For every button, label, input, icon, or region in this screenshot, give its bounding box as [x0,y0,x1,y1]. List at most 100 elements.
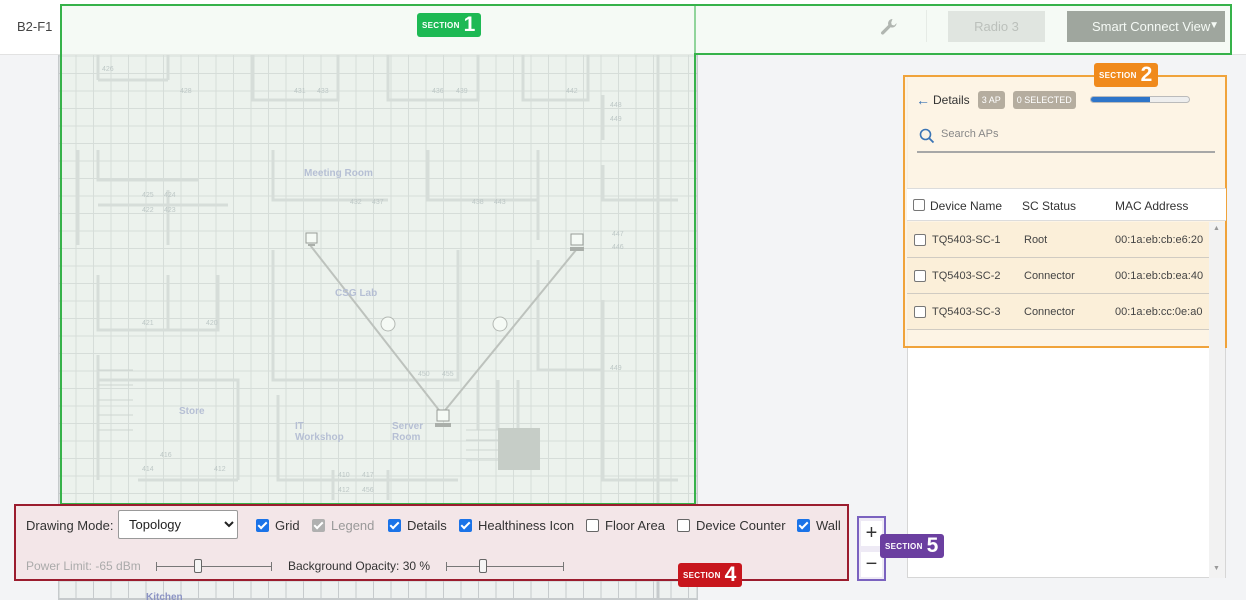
column-header-device-name[interactable]: Device Name [930,199,1002,213]
device-name-cell: TQ5403-SC-1 [932,234,1001,246]
room-number: 449 [610,116,622,123]
room-number: 433 [317,88,329,95]
room-number: 421 [142,320,154,327]
room-number: 439 [456,88,468,95]
section-1-badge: SECTION 1 [417,13,481,37]
room-label-server-room: Server Room [392,421,424,443]
wall-checkbox[interactable]: Wall [797,518,841,533]
room-number: 424 [164,192,176,199]
search-icon [919,128,935,144]
scroll-up-icon[interactable]: ▲ [1213,225,1220,232]
room-number: 442 [566,88,578,95]
section-badge-label: SECTION [422,20,460,30]
background-opacity-label: Background Opacity: 30 % [288,559,431,573]
checkbox-disabled-icon [312,519,325,532]
room-number: 449 [610,365,622,372]
room-number: 450 [418,371,430,378]
table-row[interactable]: TQ5403-SC-3 Connector 00:1a:eb:cc:0e:a0 [907,294,1209,330]
scroll-down-icon[interactable]: ▼ [1213,565,1220,572]
toolbar-divider [926,10,927,42]
zoom-in-button[interactable]: + [861,521,882,546]
mac-address-cell: 00:1a:eb:cb:ea:40 [1115,270,1204,282]
legend-checkbox[interactable]: Legend [312,518,374,533]
room-number: 423 [164,207,176,214]
room-number: 456 [362,487,374,494]
collapse-icon[interactable]: ← [916,92,930,108]
sc-status-cell: Connector [1024,270,1075,282]
slider-tick [446,562,447,571]
room-number: 446 [612,244,624,251]
room-number: 436 [432,88,444,95]
device-name-cell: TQ5403-SC-3 [932,306,1001,318]
top-toolbar: B2-F1 Radio 3 Smart Connect View ▼ [0,0,1246,55]
section-badge-number: 2 [1140,63,1153,86]
drawing-mode-select[interactable]: Topology [118,510,238,539]
column-header-sc-status[interactable]: SC Status [1022,199,1076,213]
details-title: Details [933,93,970,107]
table-row[interactable]: TQ5403-SC-2 Connector 00:1a:eb:cb:ea:40 [907,258,1209,294]
row-checkbox[interactable] [914,306,926,318]
drawing-mode-label: Drawing Mode: [26,518,114,533]
row-checkbox[interactable] [914,270,926,282]
room-number: 412 [338,487,350,494]
details-header: ← Details 3 AP 0 SELECTED [916,89,1084,111]
room-number: 412 [214,466,226,473]
room-number: 425 [142,192,154,199]
ap-count-badge: 3 AP [977,91,1005,109]
section-4-badge: SECTION 4 [678,563,742,587]
room-number: 422 [142,207,154,214]
floor-name: B2-F1 [17,19,53,34]
column-header-mac-address[interactable]: MAC Address [1115,199,1188,213]
table-header: Device Name SC Status MAC Address [907,188,1226,221]
slider-thumb[interactable] [194,559,202,573]
ap-table-body: TQ5403-SC-1 Root 00:1a:eb:cb:e6:20 TQ540… [907,222,1209,330]
select-all-checkbox[interactable] [913,199,925,211]
floor-area-checkbox[interactable]: Floor Area [586,518,665,533]
row-checkbox[interactable] [914,234,926,246]
app-window: Meeting Room CSG Lab Store IT Workshop S… [0,0,1246,600]
power-limit-label: Power Limit: -65 dBm [26,559,141,573]
table-scrollbar[interactable]: ▲ ▼ [1209,222,1225,578]
details-checkbox[interactable]: Details [388,518,447,533]
checkbox-checked-icon [256,519,269,532]
floor-area-checkbox-label: Floor Area [605,518,665,533]
room-number: 426 [102,66,114,73]
room-number: 438 [472,199,484,206]
grid-checkbox[interactable]: Grid [256,518,300,533]
selected-count-badge: 0 SELECTED [1012,91,1076,109]
mac-address-cell: 00:1a:eb:cb:e6:20 [1115,234,1204,246]
room-number: 443 [494,199,506,206]
room-label-kitchen: Kitchen [146,592,183,600]
zoom-out-button[interactable]: − [861,552,882,577]
table-row[interactable]: TQ5403-SC-1 Root 00:1a:eb:cb:e6:20 [907,222,1209,258]
view-dropdown-label: Smart Connect View [1092,19,1211,34]
room-label-meeting: Meeting Room [304,168,373,179]
checkbox-checked-icon [388,519,401,532]
section-badge-label: SECTION [1099,70,1137,80]
search-input[interactable] [941,128,1201,140]
room-number: 431 [294,88,306,95]
sc-status-cell: Root [1024,234,1048,246]
room-label-store: Store [179,406,205,417]
room-number: 417 [362,472,374,479]
section-badge-number: 1 [463,13,476,36]
section-badge-number: 4 [724,563,737,586]
background-opacity-slider[interactable] [446,559,564,573]
power-limit-slider[interactable] [156,559,272,573]
wrench-icon[interactable] [878,16,900,38]
room-number: 447 [612,231,624,238]
checkbox-checked-icon [797,519,810,532]
room-label-csg-lab: CSG Lab [335,288,378,299]
radio-3-button[interactable]: Radio 3 [948,11,1045,42]
sc-status-cell: Connector [1024,306,1075,318]
device-counter-checkbox[interactable]: Device Counter [677,518,786,533]
room-label-it-workshop: IT Workshop [295,421,344,443]
room-number: 420 [206,320,218,327]
slider-thumb[interactable] [479,559,487,573]
healthiness-icon-checkbox[interactable]: Healthiness Icon [459,518,574,533]
room-number: 448 [610,102,622,109]
smart-connect-view-dropdown[interactable]: Smart Connect View ▼ [1067,11,1225,42]
device-counter-checkbox-label: Device Counter [696,518,786,533]
wall-checkbox-label: Wall [816,518,841,533]
slider-tick [563,562,564,571]
